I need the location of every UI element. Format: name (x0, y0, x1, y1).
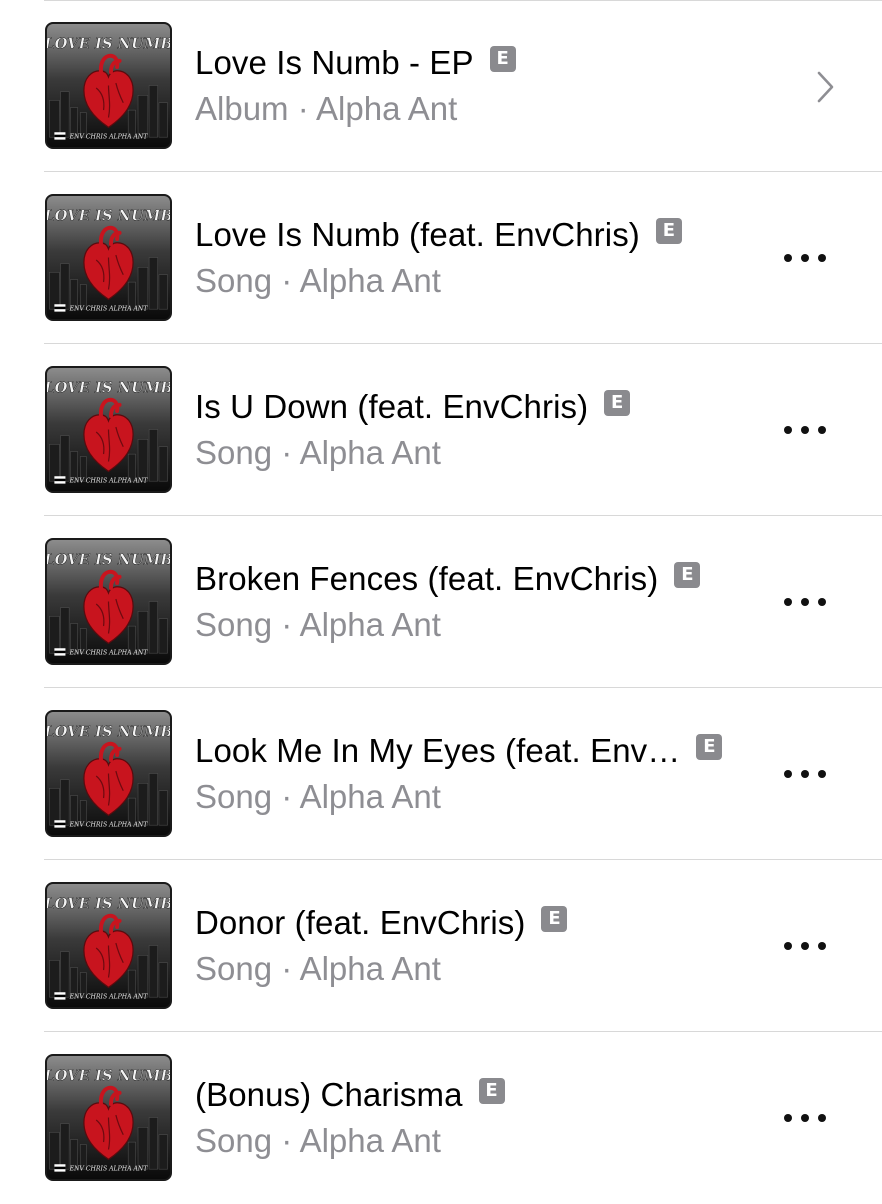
more-options-icon[interactable] (784, 418, 826, 442)
result-title: Is U Down (feat. EnvChris) (195, 388, 589, 425)
artwork-title-text: LOVE IS NUMB (47, 1068, 170, 1085)
explicit-badge: E (478, 1078, 505, 1104)
result-subtitle: Song · Alpha Ant (195, 778, 441, 815)
artwork-title-text: LOVE IS NUMB (47, 208, 170, 225)
explicit-badge: E (674, 562, 701, 588)
artwork-title-text: LOVE IS NUMB (47, 552, 170, 569)
explicit-badge: E (655, 218, 682, 244)
result-subtitle: Song · Alpha Ant (195, 434, 441, 471)
more-options-icon[interactable] (784, 246, 826, 270)
album-artwork: LOVE IS NUMB ENV CHRIS ALPHA ANT (45, 882, 172, 1009)
result-row-song[interactable]: LOVE IS NUMB ENV CHRIS ALPHA ANT Is U Dow… (0, 344, 882, 516)
artwork-graphic: LOVE IS NUMB ENV CHRIS ALPHA ANT (47, 1056, 170, 1179)
artwork-title-text: LOVE IS NUMB (47, 724, 170, 741)
artwork-artists-text: ENV CHRIS ALPHA ANT (69, 993, 149, 1000)
artwork-graphic: LOVE IS NUMB ENV CHRIS ALPHA ANT (47, 368, 170, 491)
artwork-artists-text: ENV CHRIS ALPHA ANT (69, 1165, 149, 1172)
artwork-graphic: LOVE IS NUMB ENV CHRIS ALPHA ANT (47, 712, 170, 835)
explicit-badge: E (489, 46, 516, 72)
artwork-graphic: LOVE IS NUMB ENV CHRIS ALPHA ANT (47, 540, 170, 663)
artwork-artists-text: ENV CHRIS ALPHA ANT (69, 133, 149, 140)
artwork-title-text: LOVE IS NUMB (47, 380, 170, 397)
result-row-song[interactable]: LOVE IS NUMB ENV CHRIS ALPHA ANT Look Me … (0, 688, 882, 860)
result-title: Donor (feat. EnvChris) (195, 904, 526, 941)
explicit-badge: E (541, 906, 568, 932)
result-subtitle: Song · Alpha Ant (195, 606, 441, 643)
result-row-album[interactable]: LOVE IS NUMB ENV CHRIS ALPHA ANT Love Is … (0, 0, 882, 172)
result-title: Broken Fences (feat. EnvChris) (195, 560, 659, 597)
album-artwork: LOVE IS NUMB ENV CHRIS ALPHA ANT (45, 538, 172, 665)
artwork-graphic: LOVE IS NUMB ENV CHRIS ALPHA ANT (47, 884, 170, 1007)
album-artwork: LOVE IS NUMB ENV CHRIS ALPHA ANT (45, 366, 172, 493)
artwork-title-text: LOVE IS NUMB (47, 36, 170, 53)
result-row-song[interactable]: LOVE IS NUMB ENV CHRIS ALPHA ANT Broken F… (0, 516, 882, 688)
result-subtitle: Song · Alpha Ant (195, 950, 441, 987)
result-row-song[interactable]: LOVE IS NUMB ENV CHRIS ALPHA ANT Love Is … (0, 172, 882, 344)
result-title: Love Is Numb (feat. EnvChris) (195, 216, 640, 253)
more-options-icon[interactable] (784, 762, 826, 786)
album-artwork: LOVE IS NUMB ENV CHRIS ALPHA ANT (45, 1054, 172, 1181)
result-subtitle: Song · Alpha Ant (195, 1122, 441, 1159)
result-row-song[interactable]: LOVE IS NUMB ENV CHRIS ALPHA ANT (Bonus) … (0, 1032, 882, 1204)
chevron-right-icon[interactable] (808, 68, 842, 106)
artwork-artists-text: ENV CHRIS ALPHA ANT (69, 305, 149, 312)
result-title: Look Me In My Eyes (feat. Env… (195, 732, 681, 769)
result-title: Love Is Numb - EP (195, 44, 474, 81)
album-artwork: LOVE IS NUMB ENV CHRIS ALPHA ANT (45, 22, 172, 149)
explicit-badge: E (604, 390, 631, 416)
more-options-icon[interactable] (784, 590, 826, 614)
artwork-artists-text: ENV CHRIS ALPHA ANT (69, 649, 149, 656)
artwork-artists-text: ENV CHRIS ALPHA ANT (69, 477, 149, 484)
artwork-graphic: LOVE IS NUMB ENV CHRIS ALPHA ANT (47, 196, 170, 319)
result-title: (Bonus) Charisma (195, 1076, 463, 1113)
album-artwork: LOVE IS NUMB ENV CHRIS ALPHA ANT (45, 194, 172, 321)
result-row-song[interactable]: LOVE IS NUMB ENV CHRIS ALPHA ANT Donor (f… (0, 860, 882, 1032)
artwork-graphic: LOVE IS NUMB ENV CHRIS ALPHA ANT (47, 24, 170, 147)
more-options-icon[interactable] (784, 1106, 826, 1130)
result-subtitle: Song · Alpha Ant (195, 262, 441, 299)
more-options-icon[interactable] (784, 934, 826, 958)
explicit-badge: E (696, 734, 723, 760)
artwork-title-text: LOVE IS NUMB (47, 896, 170, 913)
artwork-artists-text: ENV CHRIS ALPHA ANT (69, 821, 149, 828)
result-subtitle: Album · Alpha Ant (195, 90, 458, 127)
album-artwork: LOVE IS NUMB ENV CHRIS ALPHA ANT (45, 710, 172, 837)
